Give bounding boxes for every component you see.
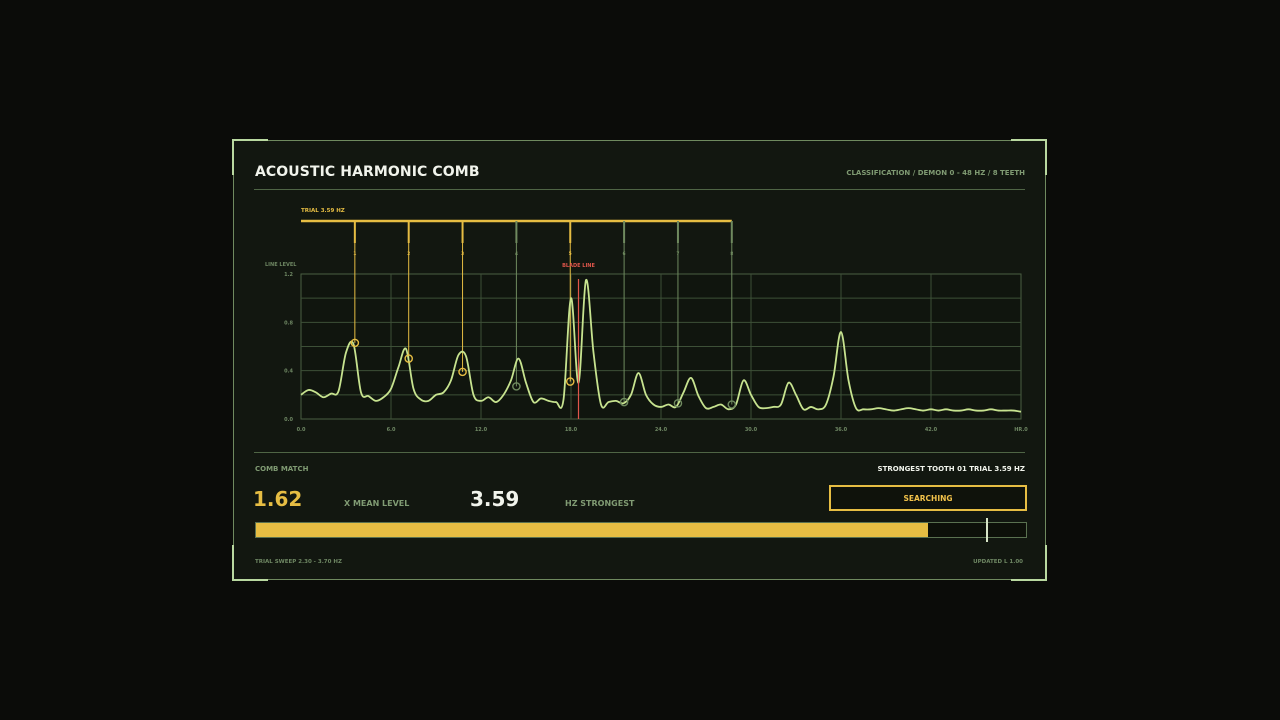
- x-tick-label: 42.0: [925, 427, 938, 433]
- comb-tooth-number: 2: [407, 251, 410, 257]
- y-tick-label: 0.0: [284, 417, 293, 423]
- x-tick-label: 36.0: [835, 427, 848, 433]
- match-progress-bar: [255, 518, 1027, 542]
- blade-line-label: BLADE LINE: [562, 263, 595, 269]
- chart-divider: [254, 452, 1025, 453]
- comb-tooth-number: 4: [515, 251, 518, 257]
- strongest-tooth-label: STRONGEST TOOTH 01 TRIAL 3.59 HZ: [877, 465, 1025, 473]
- threshold-marker[interactable]: [985, 518, 988, 542]
- searching-button[interactable]: SEARCHING: [829, 485, 1027, 511]
- comb-tooth-number: 6: [623, 251, 626, 257]
- comb-tooth-number: 5: [569, 251, 572, 257]
- update-label: UPDATED L 1.00: [973, 559, 1023, 565]
- comb-tooth-number: 8: [730, 251, 733, 257]
- x-tick-label: 24.0: [655, 427, 668, 433]
- comb-tooth-number: 1: [353, 251, 356, 257]
- strongest-hz-label: HZ STRONGEST: [565, 499, 635, 508]
- spectrum-chart: 1.20.80.40.00.0 6.0 12.0 18.0 24.0 30.0 36.0 42…: [265, 208, 1028, 433]
- comb-match-label: COMB MATCH: [255, 465, 309, 473]
- mean-level-label: X MEAN LEVEL: [344, 499, 410, 508]
- y-tick-label: 1.2: [284, 272, 293, 278]
- mean-level-value: 1.62: [253, 487, 303, 511]
- x-tick-label: 0.0: [297, 427, 306, 433]
- strongest-hz-value: 3.59: [470, 487, 520, 511]
- comb-tooth-number: 3: [461, 251, 464, 257]
- y-tick-label: 0.4: [284, 369, 293, 375]
- x-tick-label: 30.0: [745, 427, 758, 433]
- x-tick-label: HR.0: [1014, 427, 1028, 433]
- x-tick-label: 18.0: [565, 427, 578, 433]
- y-tick-label: 0.8: [284, 320, 293, 326]
- progress-fill: [256, 523, 929, 537]
- comb-tooth-number: 7: [676, 251, 679, 257]
- x-tick-label: 12.0: [475, 427, 488, 433]
- x-tick-label: 6.0: [387, 427, 396, 433]
- trial-sweep-label: TRIAL SWEEP 2.30 - 3.70 HZ: [255, 559, 342, 565]
- comb-trial-label: TRIAL 3.59 HZ: [301, 208, 345, 214]
- y-axis-label: LINE LEVEL: [265, 262, 297, 268]
- harmonic-comb-panel: ACOUSTIC HARMONIC COMB CLASSIFICATION / …: [232, 139, 1047, 581]
